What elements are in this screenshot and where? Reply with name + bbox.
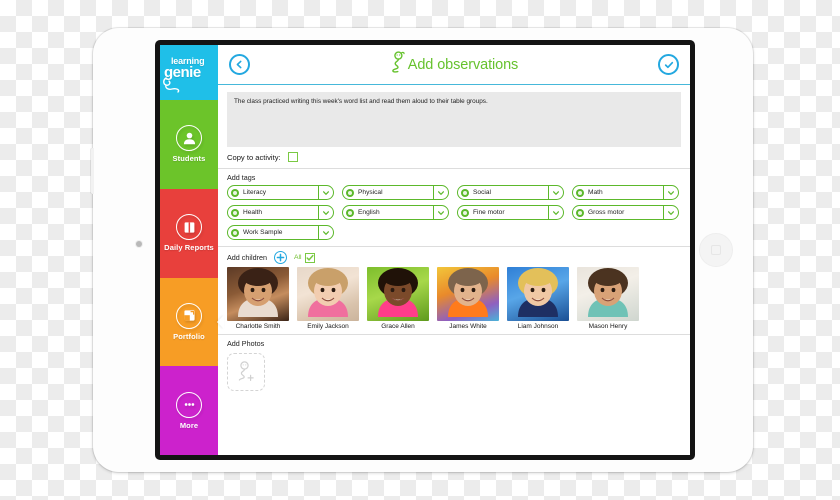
tag-dot-icon <box>461 208 469 217</box>
child-name: Charlotte Smith <box>235 323 281 330</box>
select-all-checkbox[interactable] <box>304 252 315 263</box>
tag-dot-icon <box>231 208 239 217</box>
add-photo-genie-icon[interactable] <box>227 353 265 391</box>
chevron-down-icon[interactable] <box>548 186 563 199</box>
sidebar-item-label: More <box>179 420 199 430</box>
select-all-label: All <box>293 254 302 261</box>
screen-bezel: learning genie Students Daily Reports Po… <box>155 40 695 460</box>
book-icon <box>176 214 202 241</box>
copy-to-activity-row: Copy to activity: <box>218 147 690 169</box>
chevron-down-icon[interactable] <box>318 186 333 199</box>
active-indicator-arrow <box>217 314 224 329</box>
tag-dot-icon <box>576 188 584 197</box>
sidebar-item-label: Daily Reports <box>164 243 214 253</box>
chevron-down-icon[interactable] <box>318 206 333 219</box>
photo-boy-blond[interactable] <box>507 267 569 321</box>
tag-pill[interactable]: Math <box>572 185 679 200</box>
child-card[interactable]: James White <box>437 267 499 330</box>
chevron-down-icon[interactable] <box>663 186 678 199</box>
tag-label: Work Sample <box>243 229 283 236</box>
sidebar-item-more[interactable]: More <box>160 366 218 455</box>
sidebar-item-label: Students <box>172 154 206 164</box>
copy-to-activity-label: Copy to activity: <box>227 152 281 162</box>
tag-dot-icon <box>346 188 354 197</box>
children-list: Charlotte Smith Emily Jackson Grace Allen J… <box>218 266 690 335</box>
plus-circle-icon[interactable] <box>273 251 287 264</box>
photo-girl-pigtails[interactable] <box>297 267 359 321</box>
page-title-block: Add observations <box>250 51 658 78</box>
tag-pill[interactable]: Health <box>227 205 334 220</box>
child-name: James White <box>449 323 487 330</box>
app-screen: learning genie Students Daily Reports Po… <box>160 45 690 455</box>
add-children-label: Add children <box>227 253 267 262</box>
top-bar: Add observations <box>218 45 690 85</box>
person-icon <box>176 125 202 152</box>
back-arrow-icon[interactable] <box>229 54 250 75</box>
app-logo[interactable]: learning genie <box>160 45 218 100</box>
child-card[interactable]: Charlotte Smith <box>227 267 289 330</box>
tag-pill[interactable]: Fine motor <box>457 205 564 220</box>
chevron-down-icon[interactable] <box>318 226 333 239</box>
photo-boy-orange-shirt[interactable] <box>437 267 499 321</box>
tablet-device: learning genie Students Daily Reports Po… <box>91 28 753 472</box>
photo-boy-teal-shirt[interactable] <box>577 267 639 321</box>
tag-label: Gross motor <box>588 209 625 216</box>
add-children-header: Add children All <box>218 247 690 266</box>
tag-label: Math <box>588 189 603 196</box>
tag-list: Literacy Physical Social Math Health English F… <box>218 185 690 247</box>
tag-label: English <box>358 209 380 216</box>
photo-girl-braids[interactable] <box>367 267 429 321</box>
child-card[interactable]: Grace Allen <box>367 267 429 330</box>
child-name: Grace Allen <box>381 323 415 330</box>
child-name: Liam Johnson <box>517 323 559 330</box>
portfolio-icon <box>176 302 202 329</box>
form-body: The class practiced writing this week's … <box>218 85 690 455</box>
child-card[interactable]: Mason Henry <box>577 267 639 330</box>
tag-dot-icon <box>576 208 584 217</box>
add-tags-label: Add tags <box>227 173 256 182</box>
front-camera-icon <box>136 241 142 247</box>
main-panel: Add observations The class practiced wri… <box>218 45 690 455</box>
tag-dot-icon <box>231 188 239 197</box>
tag-dot-icon <box>231 228 239 237</box>
child-name: Mason Henry <box>588 323 628 330</box>
tag-pill[interactable]: Social <box>457 185 564 200</box>
sidebar-item-label: Portfolio <box>173 331 205 341</box>
home-button-icon[interactable] <box>699 233 733 267</box>
tag-label: Social <box>473 189 491 196</box>
tag-pill[interactable]: Work Sample <box>227 225 334 240</box>
copy-to-activity-checkbox[interactable] <box>287 152 298 162</box>
child-name: Emily Jackson <box>307 323 349 330</box>
sidebar-item-daily-reports[interactable]: Daily Reports <box>160 188 218 278</box>
sidebar-item-portfolio[interactable]: Portfolio <box>160 277 224 367</box>
tag-label: Fine motor <box>473 209 505 216</box>
select-all-children[interactable]: All <box>293 252 315 263</box>
tag-pill[interactable]: Physical <box>342 185 449 200</box>
tag-pill[interactable]: Literacy <box>227 185 334 200</box>
page-title: Add observations <box>407 56 519 73</box>
chevron-down-icon[interactable] <box>548 206 563 219</box>
tag-label: Physical <box>358 189 383 196</box>
sidebar: learning genie Students Daily Reports Po… <box>160 45 224 455</box>
tag-dot-icon <box>346 208 354 217</box>
check-circle-icon[interactable] <box>658 54 679 75</box>
sidebar-item-students[interactable]: Students <box>160 100 218 189</box>
chevron-down-icon[interactable] <box>433 206 448 219</box>
chevron-down-icon[interactable] <box>433 186 448 199</box>
observation-note-input[interactable]: The class practiced writing this week's … <box>227 92 681 147</box>
chevron-down-icon[interactable] <box>663 206 678 219</box>
child-card[interactable]: Liam Johnson <box>507 267 569 330</box>
genie-mascot-icon <box>390 51 407 78</box>
child-card[interactable]: Emily Jackson <box>297 267 359 330</box>
tag-dot-icon <box>461 188 469 197</box>
tag-label: Literacy <box>243 189 267 196</box>
tag-label: Health <box>243 209 263 216</box>
tag-pill[interactable]: English <box>342 205 449 220</box>
tag-pill[interactable]: Gross motor <box>572 205 679 220</box>
ellipsis-icon <box>176 391 202 418</box>
photo-girl-curly-hair[interactable] <box>227 267 289 321</box>
add-photos-label: Add Photos <box>227 339 265 348</box>
volume-rocker[interactable] <box>91 148 94 194</box>
